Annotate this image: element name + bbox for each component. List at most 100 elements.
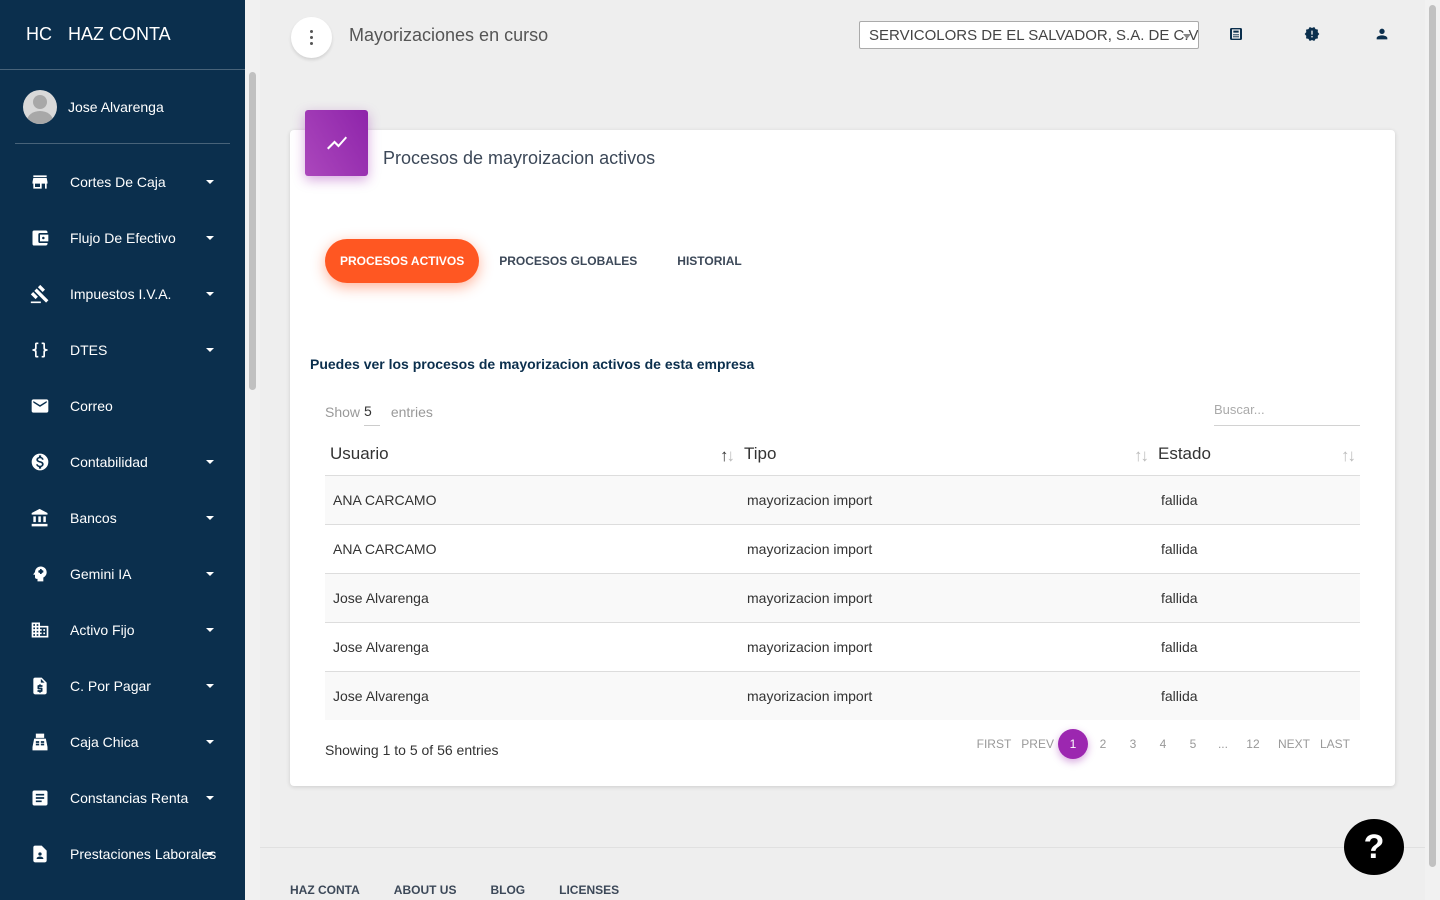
table-row[interactable]: Jose Alvarenga mayorizacion import falli… [325, 671, 1360, 720]
footer: HAZ CONTA ABOUT US BLOG LICENSES [260, 847, 1425, 900]
alert-badge-icon[interactable] [1304, 26, 1320, 42]
cell-estado: fallida [1153, 622, 1360, 672]
footer-links: HAZ CONTA ABOUT US BLOG LICENSES [290, 883, 653, 897]
tab-historial[interactable]: HISTORIAL [657, 239, 761, 283]
sidebar-item-label: Impuestos I.V.A. [70, 286, 172, 302]
page-next-button[interactable]: NEXT [1268, 729, 1310, 759]
footer-link-blog[interactable]: BLOG [490, 883, 525, 897]
gavel-icon [30, 284, 50, 304]
sidebar-item-label: Correo [70, 398, 113, 414]
column-header-tipo[interactable]: Tipo ↑↓ [739, 444, 1153, 476]
chevron-down-icon [206, 180, 214, 184]
sidebar-item-correo[interactable]: Correo [0, 378, 245, 434]
sidebar-item-cortes-de-caja[interactable]: Cortes De Caja [0, 154, 245, 210]
page-button-12[interactable]: 12 [1238, 729, 1268, 759]
sidebar-item-label: Contabilidad [70, 454, 148, 470]
page-button-5[interactable]: 5 [1178, 729, 1208, 759]
chevron-down-icon [206, 348, 214, 352]
sidebar: HC HAZ CONTA Jose Alvarenga Cortes De Ca… [0, 0, 260, 900]
table-row[interactable]: ANA CARCAMO mayorizacion import fallida [325, 475, 1360, 525]
invoice-icon [30, 676, 50, 696]
page-button-4[interactable]: 4 [1148, 729, 1178, 759]
sidebar-item-flujo-de-efectivo[interactable]: Flujo De Efectivo [0, 210, 245, 266]
sidebar-item-label: Cortes De Caja [70, 174, 166, 190]
cell-tipo: mayorizacion import [739, 573, 1153, 623]
footer-link-about-us[interactable]: ABOUT US [394, 883, 457, 897]
calculator-icon[interactable] [1228, 26, 1244, 42]
cell-usuario: ANA CARCAMO [325, 524, 739, 574]
cell-estado: fallida [1153, 524, 1360, 574]
sidebar-item-prestaciones-laborales[interactable]: Prestaciones Laborales [0, 826, 245, 882]
sidebar-panel: HC HAZ CONTA Jose Alvarenga Cortes De Ca… [0, 0, 245, 900]
dot-icon [310, 42, 313, 45]
chevron-down-icon [206, 292, 214, 296]
page-first-button[interactable]: FIRST [967, 729, 1012, 759]
badge-icon [30, 844, 50, 864]
page-button-2[interactable]: 2 [1088, 729, 1118, 759]
chevron-down-icon [206, 796, 214, 800]
page-button-1[interactable]: 1 [1057, 729, 1088, 759]
page-button-3[interactable]: 3 [1118, 729, 1148, 759]
cell-estado: fallida [1153, 475, 1360, 525]
account-icon[interactable] [1374, 26, 1390, 42]
sort-icon: ↑↓ [720, 446, 735, 465]
cell-estado: fallida [1153, 671, 1360, 720]
user-name: Jose Alvarenga [68, 98, 164, 115]
sidebar-item-label: Flujo De Efectivo [70, 230, 176, 246]
sidebar-item-bancos[interactable]: Bancos [0, 490, 245, 546]
card-title: Procesos de mayroizacion activos [383, 148, 656, 168]
column-header-label: Usuario [330, 444, 389, 463]
company-select[interactable]: SERVICOLORS DE EL SALVADOR, S.A. DE C.V. [859, 21, 1199, 49]
brand-name: HAZ CONTA [68, 24, 171, 44]
page-title: Mayorizaciones en curso [349, 25, 549, 45]
tab-procesos-activos[interactable]: PROCESOS ACTIVOS [325, 239, 480, 283]
brand[interactable]: HC HAZ CONTA [0, 0, 245, 70]
trending-up-icon [305, 110, 368, 176]
column-header-label: Estado [1158, 444, 1211, 463]
sidebar-item-activo-fijo[interactable]: Activo Fijo [0, 602, 245, 658]
chevron-down-icon [206, 684, 214, 688]
sidebar-toggle-button[interactable] [291, 17, 332, 58]
entries-length: Show 5 entries [325, 400, 433, 426]
footer-link-licenses[interactable]: LICENSES [559, 883, 619, 897]
column-header-usuario[interactable]: Usuario ↑↓ [325, 444, 739, 476]
top-navbar: Mayorizaciones en curso SERVICOLORS DE E… [260, 0, 1425, 70]
sidebar-item-label: Caja Chica [70, 734, 139, 750]
page-last-button[interactable]: LAST [1310, 729, 1350, 759]
brain-icon [30, 564, 50, 584]
table-row[interactable]: Jose Alvarenga mayorizacion import falli… [325, 622, 1360, 672]
pagination: FIRST PREV 1 2 3 4 5 ... 12 NEXT LAST [977, 728, 1350, 760]
sidebar-item-caja-chica[interactable]: Caja Chica [0, 714, 245, 770]
help-button[interactable]: ? [1344, 819, 1404, 875]
entries-count-select[interactable]: 5 [364, 403, 380, 426]
table-row[interactable]: Jose Alvarenga mayorizacion import falli… [325, 573, 1360, 623]
sidebar-item-constancias-renta[interactable]: Constancias Renta [0, 770, 245, 826]
dot-icon [310, 36, 313, 39]
main-scrollbar-thumb[interactable] [1429, 5, 1436, 867]
footer-link-haz-conta[interactable]: HAZ CONTA [290, 883, 360, 897]
card-description: Puedes ver los procesos de mayorizacion … [310, 356, 755, 372]
brand-mini: HC [26, 24, 52, 44]
chevron-down-icon [206, 628, 214, 632]
processes-card: Procesos de mayroizacion activos PROCESO… [290, 110, 1395, 786]
wallet-icon [30, 228, 50, 248]
chevron-down-icon [206, 572, 214, 576]
sidebar-scrollbar-thumb[interactable] [249, 72, 256, 390]
mail-icon [30, 396, 50, 416]
table-header-row: Usuario ↑↓ Tipo ↑↓ Estado ↑↓ [325, 444, 1360, 476]
sidebar-item-label: DTES [70, 342, 108, 358]
sidebar-item-gemini-ia[interactable]: Gemini IA [0, 546, 245, 602]
page-prev-button[interactable]: PREV [1011, 729, 1054, 759]
sidebar-item-dtes[interactable]: DTES [0, 322, 245, 378]
column-header-estado[interactable]: Estado ↑↓ [1153, 444, 1360, 476]
user-profile[interactable]: Jose Alvarenga [15, 70, 230, 144]
search-input[interactable]: Buscar... [1214, 400, 1360, 426]
processes-table: Usuario ↑↓ Tipo ↑↓ Estado ↑↓ ANA CARCAMO ma… [325, 444, 1360, 720]
sidebar-item-c-por-pagar[interactable]: C. Por Pagar [0, 658, 245, 714]
sidebar-item-impuestos-iva[interactable]: Impuestos I.V.A. [0, 266, 245, 322]
chevron-down-icon [206, 236, 214, 240]
tab-procesos-globales[interactable]: PROCESOS GLOBALES [479, 239, 657, 283]
bank-icon [30, 508, 50, 528]
table-row[interactable]: ANA CARCAMO mayorizacion import fallida [325, 524, 1360, 574]
sidebar-item-contabilidad[interactable]: Contabilidad [0, 434, 245, 490]
